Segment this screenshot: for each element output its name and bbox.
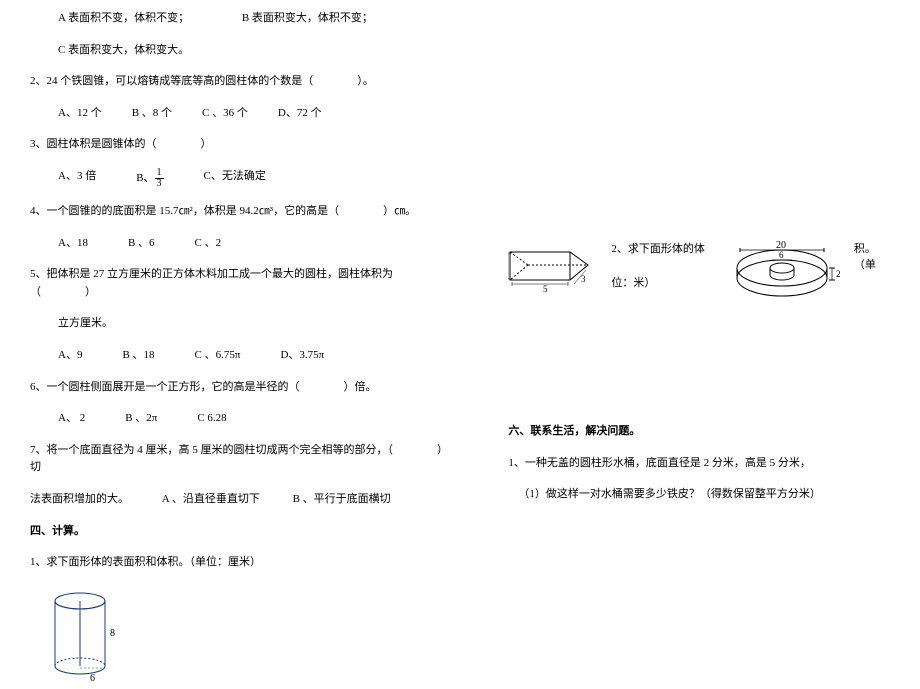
q1-opt-b: B 表面积变大，体积不变； [242,12,373,24]
q7-a: A 、沿直径垂直切下 [162,493,260,505]
section4-title: 四、计算。 [30,523,448,541]
q7-b: B 、平行于底面横切 [293,493,391,505]
q5-stem2: 立方厘米。 [30,315,448,333]
q2-stem: 2、24 个铁圆锥，可以熔铸成等底等高的圆柱体的个数是（ ）。 [30,73,448,91]
q4-stem: 4、一个圆锥的的底面积是 15.7㎝²，体积是 94.2㎝³，它的高是（ ）㎝。 [30,203,448,221]
q3-c: C、无法确定 [204,168,266,189]
q3-stem: 3、圆柱体积是圆锥体的（ ） [30,136,448,154]
q1-opt-a: A 表面积不变，体积不变； [30,12,189,24]
q2-a: A、12 个 [58,105,102,123]
q4-b: B 、6 [128,235,155,253]
q6-a: A、 2 [58,410,85,428]
q6-b: B 、2π [125,410,157,428]
q5-c: C 、6.75π [195,347,241,365]
svg-text:8: 8 [110,628,115,639]
q6-stem: 6、一个圆柱侧面展开是一个正方形，它的高是半径的（ ）倍。 [30,379,448,397]
q5-d: D、3.75π [280,347,324,365]
svg-text:6: 6 [90,673,95,684]
sec6-q1-sub: （1）做这样一对水桶需要多少铁皮？（得数保留整平方分米） [508,486,890,504]
right-unit: 位：米） [611,274,724,290]
svg-text:3: 3 [581,274,586,284]
q3-b: B、13 [136,168,163,189]
q2-b: B 、8 个 [132,105,172,123]
figure-ring: 20 6 2 [732,240,842,313]
q3-a: A、3 倍 [58,168,96,189]
svg-text:5: 5 [543,284,548,294]
q4-a: A、18 [58,235,88,253]
right-q2a: 2、求下面形体的体 [611,240,705,256]
q7-stem1: 7、将一个底面直径为 4 厘米，高 5 厘米的圆柱切成两个完全相等的部分，（ ）… [30,442,448,477]
figure-half-cylinder: 8 6 [50,586,448,689]
figure-prism: 4 5 3 [508,240,603,303]
sec6-q1: 1、一种无盖的圆柱形水桶，底面直径是 2 分米，高是 5 分米， [508,455,890,473]
right-q2b: 积。（单 [854,243,876,271]
q1-opt-c: C 表面积变大，体积变大。 [30,42,448,60]
q7-stem2: 法表面积增加的大。 [30,493,129,505]
svg-text:6: 6 [779,250,784,260]
q5-b: B 、18 [122,347,154,365]
q6-c: C 6.28 [197,410,226,428]
svg-text:2: 2 [836,269,841,279]
section6-title: 六、联系生活，解决问题。 [508,423,890,441]
sec4-q1: 1、求下面形体的表面积和体积。（单位：厘米） [30,554,448,572]
q5-a: A、9 [58,347,82,365]
q4-c: C 、2 [195,235,222,253]
q2-d: D、72 个 [278,105,322,123]
q2-c: C 、36 个 [202,105,248,123]
q5-stem1: 5、把体积是 27 立方厘米的正方体木料加工成一个最大的圆柱，圆柱体积为（ ） [30,266,448,301]
